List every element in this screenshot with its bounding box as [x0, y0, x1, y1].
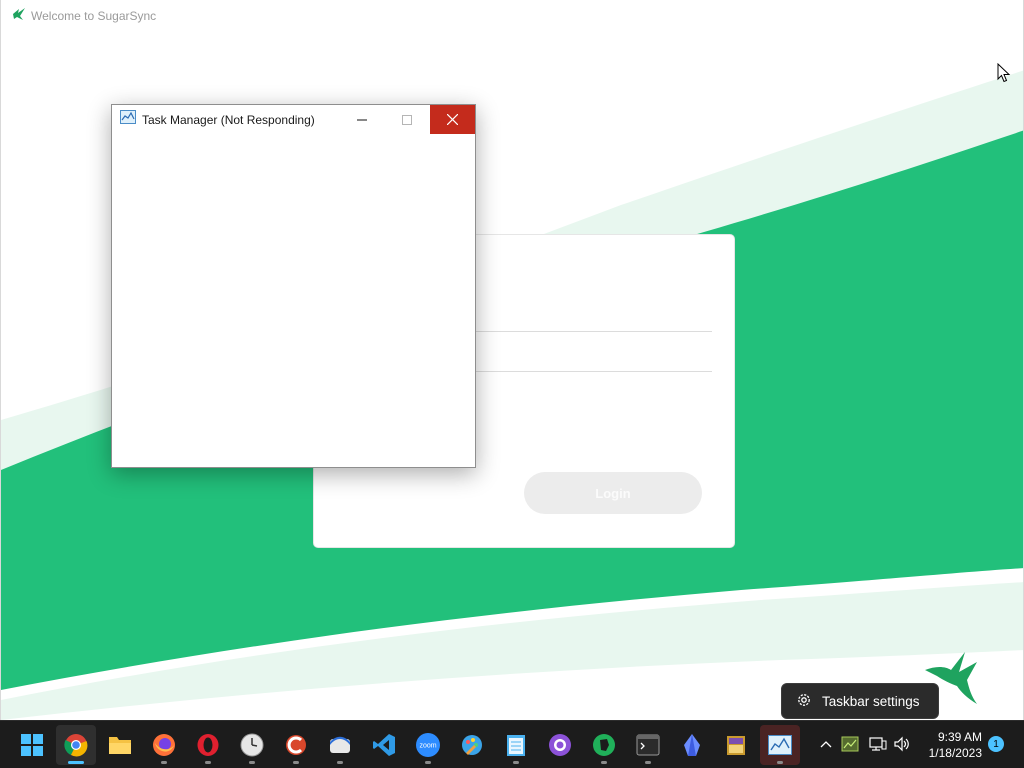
- ccleaner-icon: [286, 735, 306, 755]
- clock-app-icon: [240, 733, 264, 757]
- running-indicator: [601, 761, 607, 764]
- login-button[interactable]: Login: [524, 472, 702, 514]
- tray-app-button[interactable]: [839, 733, 861, 755]
- running-indicator: [337, 761, 343, 764]
- gear-icon: [796, 692, 812, 711]
- network-icon: [869, 737, 887, 751]
- close-button[interactable]: [430, 105, 475, 134]
- password-field[interactable]: [464, 371, 712, 372]
- taskbar-app-vscode[interactable]: [364, 725, 404, 765]
- running-indicator: [513, 761, 519, 764]
- clock-date: 1/18/2023: [928, 746, 982, 760]
- taskbar-app-crystal[interactable]: [672, 725, 712, 765]
- taskbar-app-notepad[interactable]: [496, 725, 536, 765]
- task-manager-title: Task Manager (Not Responding): [142, 112, 315, 127]
- zoom-icon-text: zoom: [419, 743, 436, 750]
- minimize-button[interactable]: [339, 105, 384, 134]
- clock-time: 9:39 AM: [937, 730, 982, 744]
- taskbar-clock[interactable]: 9:39 AM 1/18/2023: [918, 729, 982, 761]
- taskbar-settings-menu[interactable]: Taskbar settings: [781, 683, 939, 719]
- chrome-icon: [64, 734, 88, 757]
- taskbar-app-winrar[interactable]: [716, 725, 756, 765]
- email-field[interactable]: [464, 331, 712, 332]
- taskbar-app-file-explorer[interactable]: [100, 725, 140, 765]
- firefox-icon: [153, 734, 175, 756]
- running-indicator: [293, 761, 299, 764]
- taskbar-app-github[interactable]: [540, 725, 580, 765]
- opera-icon: [197, 734, 219, 756]
- github-icon: [549, 734, 571, 756]
- network-button[interactable]: [867, 733, 889, 755]
- task-manager-titlebar[interactable]: Task Manager (Not Responding): [112, 105, 475, 134]
- taskbar-app-zoom[interactable]: zoom: [408, 725, 448, 765]
- sugarsync-logo-icon: [11, 6, 27, 27]
- taskbar-app-chrome[interactable]: [56, 725, 96, 765]
- maximize-button[interactable]: [384, 105, 429, 134]
- evernote-icon: [593, 734, 615, 756]
- taskbar-app-opera[interactable]: [188, 725, 228, 765]
- start-icon: [21, 734, 43, 756]
- task-manager-window[interactable]: Task Manager (Not Responding): [111, 104, 476, 468]
- taskbar-app-disk[interactable]: [320, 725, 360, 765]
- taskbar-app-ccleaner[interactable]: [276, 725, 316, 765]
- show-hidden-icons-button[interactable]: [815, 733, 837, 755]
- paint-icon: [462, 735, 482, 755]
- mouse-cursor-icon: [997, 62, 1011, 88]
- running-indicator: [68, 761, 84, 764]
- zoom-icon: zoom: [416, 733, 440, 757]
- crystal-app-icon: [684, 734, 700, 756]
- volume-button[interactable]: [891, 733, 913, 755]
- taskbar-app-task-manager[interactable]: [760, 725, 800, 765]
- taskbar-app-clock[interactable]: [232, 725, 272, 765]
- taskbar-settings-label: Taskbar settings: [822, 693, 920, 709]
- task-manager-icon: [768, 735, 792, 755]
- terminal-icon: [636, 734, 660, 756]
- notification-badge[interactable]: 1: [988, 736, 1004, 752]
- running-indicator: [205, 761, 211, 764]
- file-explorer-icon: [109, 737, 131, 754]
- taskbar-app-firefox[interactable]: [144, 725, 184, 765]
- taskbar: zoom 9:39 AM 1/18/2023 1: [0, 720, 1024, 768]
- running-indicator: [249, 761, 255, 764]
- chevron-up-icon: [820, 741, 832, 748]
- vscode-icon: [373, 734, 395, 756]
- running-indicator: [777, 761, 783, 764]
- task-manager-icon: [120, 110, 136, 129]
- notepad-icon: [507, 735, 525, 756]
- running-indicator: [161, 761, 167, 764]
- speaker-icon: [894, 736, 909, 752]
- running-indicator: [645, 761, 651, 764]
- disk-app-icon: [330, 736, 350, 753]
- running-indicator: [425, 761, 431, 764]
- taskbar-app-evernote[interactable]: [584, 725, 624, 765]
- app-titlebar[interactable]: Welcome to SugarSync: [1, 0, 1023, 32]
- start-button[interactable]: [12, 725, 52, 765]
- tray-app-icon: [841, 736, 859, 752]
- taskbar-app-paint[interactable]: [452, 725, 492, 765]
- winrar-icon: [727, 736, 745, 755]
- taskbar-app-terminal[interactable]: [628, 725, 668, 765]
- app-title: Welcome to SugarSync: [31, 9, 157, 23]
